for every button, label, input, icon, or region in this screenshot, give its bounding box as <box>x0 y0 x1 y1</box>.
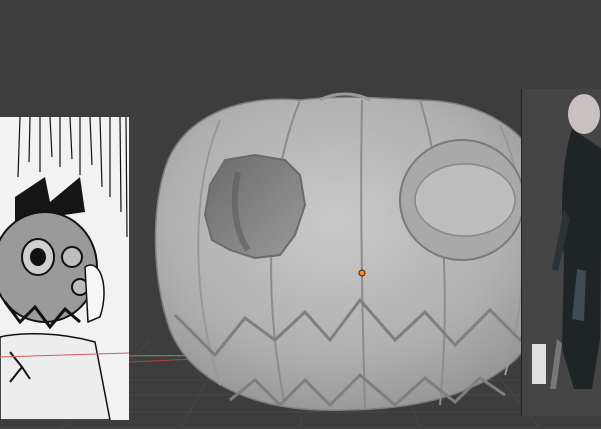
pumpkin-right-eye <box>414 163 516 237</box>
reference-image-right[interactable] <box>521 89 601 416</box>
sculpted-pumpkin-icon[interactable] <box>154 92 558 411</box>
dark-character-figure-icon <box>522 89 601 416</box>
manga-pumpkin-mask-icon <box>0 117 129 420</box>
reference-image-left[interactable] <box>0 117 129 420</box>
origin-dot-icon <box>358 269 366 277</box>
pumpkin-left-eye <box>203 153 307 260</box>
